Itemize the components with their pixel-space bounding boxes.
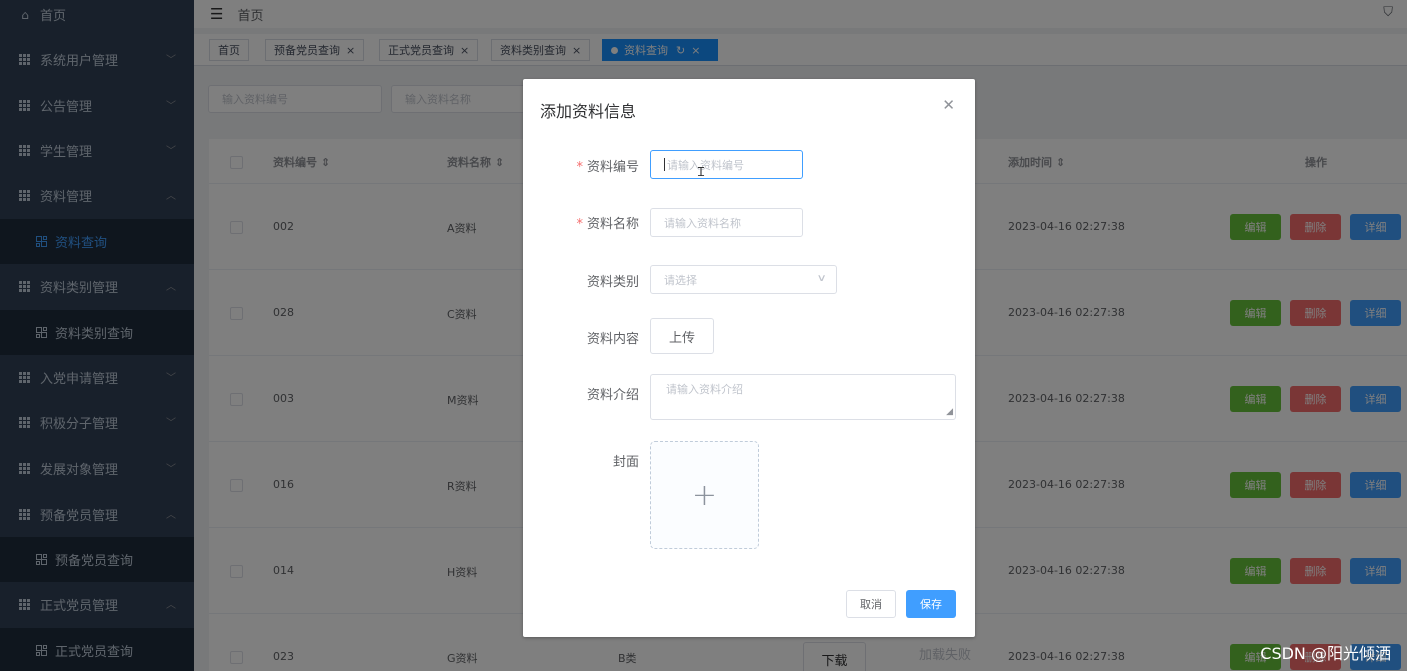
name-placeholder: 请输入资料名称 (664, 216, 741, 230)
chevron-down-icon: ∨ (816, 273, 827, 284)
required-mark: * (576, 217, 583, 232)
category-label: 资料类别 (586, 275, 639, 290)
upload-button[interactable]: 上传 (650, 318, 714, 354)
dialog-title: 添加资料信息 (540, 102, 637, 121)
code-label: * 资料编号 (576, 160, 639, 175)
required-mark: * (576, 160, 583, 175)
cover-label: 封面 (612, 455, 639, 470)
category-placeholder: 请选择 (664, 273, 697, 287)
save-button[interactable]: 保存 (906, 590, 956, 618)
resize-grip-icon[interactable]: ◢ (946, 407, 953, 417)
plus-icon: + (691, 477, 718, 513)
category-select[interactable]: 请选择 ∨ (650, 265, 837, 294)
name-input[interactable]: 请输入资料名称 (650, 208, 803, 237)
watermark: CSDN @阳光倾洒 (1260, 644, 1391, 663)
close-icon[interactable]: ✕ (942, 96, 955, 114)
text-caret (664, 158, 665, 171)
intro-placeholder: 请输入资料介绍 (666, 383, 743, 396)
cover-uploader[interactable]: + (650, 441, 759, 549)
name-label: * 资料名称 (576, 217, 639, 232)
intro-label: 资料介绍 (586, 388, 639, 403)
text-cursor-icon: Ｉ (695, 165, 708, 179)
code-input[interactable]: 请输入资料编号 (650, 150, 803, 179)
cancel-button[interactable]: 取消 (846, 590, 896, 618)
intro-textarea[interactable]: 请输入资料介绍 ◢ (650, 374, 956, 420)
content-label: 资料内容 (586, 332, 639, 347)
add-material-dialog: 添加资料信息 ✕ * 资料编号 请输入资料编号 Ｉ * 资料名称 请输入资料名称 资… (523, 79, 975, 637)
